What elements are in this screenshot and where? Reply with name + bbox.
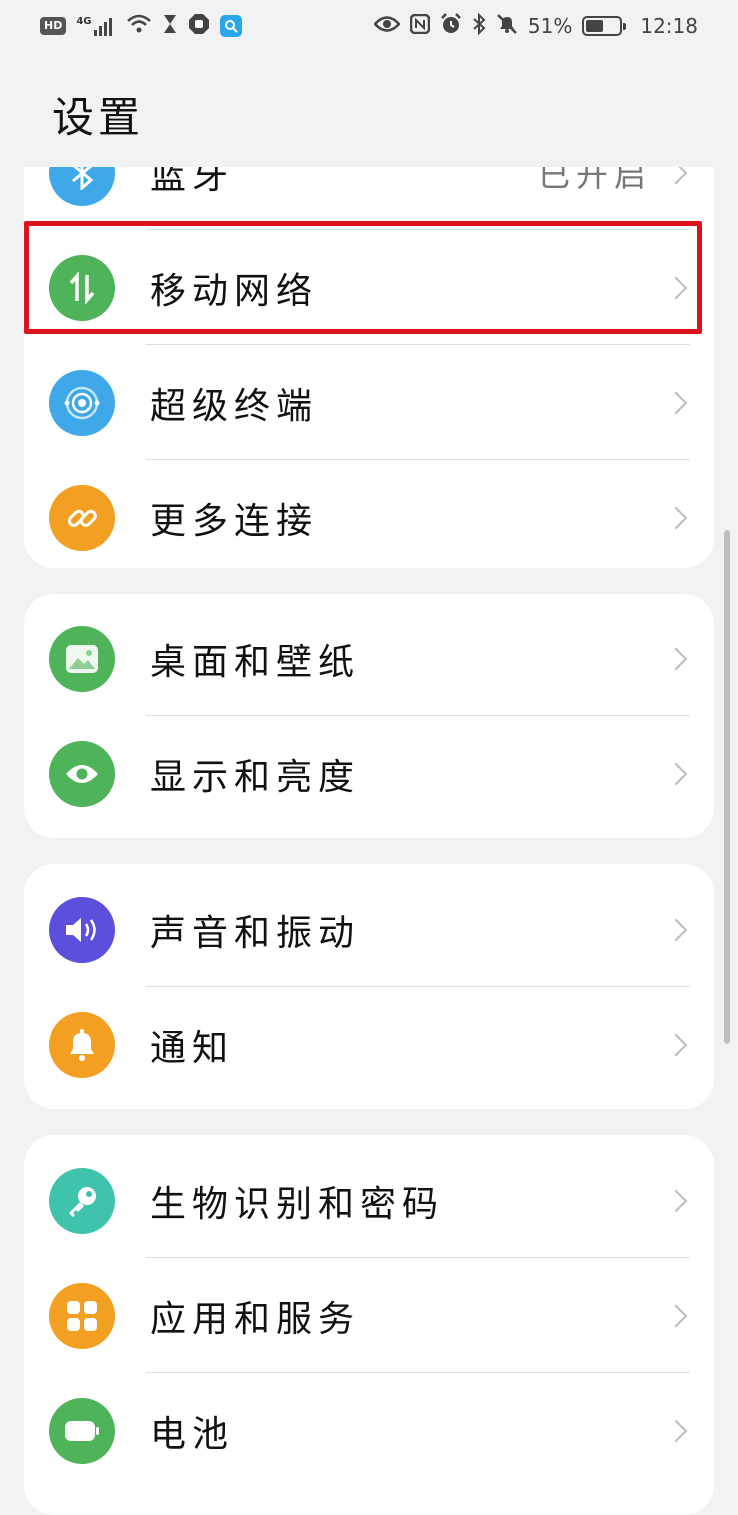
settings-row-label: 桌面和壁纸 bbox=[150, 641, 361, 683]
settings-row-apps[interactable]: 应用和服务 bbox=[24, 1258, 714, 1373]
chevron-right-icon bbox=[664, 276, 688, 299]
status-bar: HD 4G 51% 12:18 bbox=[0, 0, 738, 52]
settings-row-label: 移动网络 bbox=[150, 270, 319, 312]
chevron-right-icon bbox=[664, 1304, 688, 1327]
battery-fill bbox=[586, 20, 603, 32]
mute-icon bbox=[496, 13, 518, 40]
battery-icon bbox=[49, 1397, 115, 1464]
security-card: 生物识别和密码 应用和服务 电池 bbox=[24, 1135, 714, 1515]
status-left: HD 4G bbox=[40, 13, 242, 40]
key-icon bbox=[49, 1167, 115, 1234]
bluetooth-status-icon bbox=[472, 12, 486, 40]
chevron-right-icon bbox=[664, 1419, 688, 1442]
chevron-right-icon bbox=[664, 391, 688, 414]
eye-icon bbox=[49, 740, 115, 807]
settings-row-label: 电池 bbox=[150, 1413, 235, 1455]
battery-percent: 51% bbox=[527, 14, 573, 38]
chevron-right-icon bbox=[664, 762, 688, 785]
clock: 12:18 bbox=[640, 14, 698, 38]
hand-icon bbox=[188, 13, 210, 40]
status-right: 51% 12:18 bbox=[373, 12, 698, 40]
connectivity-card: 蓝牙 已开启 移动网络 超级终端 更多连接 bbox=[24, 167, 714, 568]
chevron-right-icon bbox=[664, 647, 688, 670]
display-card: 桌面和壁纸 显示和亮度 bbox=[24, 594, 714, 838]
hourglass-icon bbox=[162, 14, 178, 39]
settings-row-bluetooth[interactable]: 蓝牙 已开启 bbox=[24, 167, 714, 230]
settings-row-label: 显示和亮度 bbox=[150, 756, 361, 798]
settings-row-label: 通知 bbox=[150, 1027, 235, 1069]
settings-row-mobile-network[interactable]: 移动网络 bbox=[24, 230, 714, 345]
settings-row-label: 声音和振动 bbox=[150, 912, 361, 954]
chevron-right-icon bbox=[664, 167, 688, 184]
nfc-icon bbox=[409, 13, 431, 39]
wifi-icon bbox=[126, 14, 152, 39]
battery-status-icon bbox=[582, 16, 627, 36]
settings-row-wallpaper[interactable]: 桌面和壁纸 bbox=[24, 601, 714, 716]
settings-row-label: 更多连接 bbox=[150, 500, 319, 542]
apps-icon bbox=[49, 1282, 115, 1349]
hd-badge: HD bbox=[40, 17, 67, 35]
settings-row-battery[interactable]: 电池 bbox=[24, 1373, 714, 1488]
eye-comfort-icon bbox=[373, 14, 401, 38]
settings-row-super-device[interactable]: 超级终端 bbox=[24, 345, 714, 460]
settings-row-display[interactable]: 显示和亮度 bbox=[24, 716, 714, 831]
settings-row-more-connections[interactable]: 更多连接 bbox=[24, 460, 714, 568]
scrollbar[interactable] bbox=[724, 530, 730, 1044]
chevron-right-icon bbox=[664, 1189, 688, 1212]
page-title: 设置 bbox=[52, 93, 145, 142]
chevron-right-icon bbox=[664, 506, 688, 529]
alarm-icon bbox=[440, 12, 462, 40]
settings-row-label: 蓝牙 bbox=[150, 167, 235, 197]
mobile-data-icon bbox=[49, 254, 115, 321]
signal-icon: 4G bbox=[76, 16, 115, 36]
sound-card: 声音和振动 通知 bbox=[24, 864, 714, 1109]
wallpaper-icon bbox=[49, 625, 115, 692]
settings-row-label: 超级终端 bbox=[150, 385, 319, 427]
super-device-icon bbox=[49, 369, 115, 436]
settings-row-sound[interactable]: 声音和振动 bbox=[24, 872, 714, 987]
bell-icon bbox=[49, 1011, 115, 1078]
network-type: 4G bbox=[76, 16, 92, 27]
search-app-icon bbox=[219, 15, 242, 37]
bluetooth-icon bbox=[49, 167, 115, 206]
speaker-icon bbox=[49, 896, 115, 963]
settings-row-label: 应用和服务 bbox=[150, 1298, 361, 1340]
settings-row-value: 已开启 bbox=[537, 167, 652, 194]
chevron-right-icon bbox=[664, 1033, 688, 1056]
settings-row-label: 生物识别和密码 bbox=[150, 1183, 445, 1225]
settings-row-notifications[interactable]: 通知 bbox=[24, 987, 714, 1102]
link-icon bbox=[49, 484, 115, 551]
chevron-right-icon bbox=[664, 918, 688, 941]
settings-row-biometrics[interactable]: 生物识别和密码 bbox=[24, 1143, 714, 1258]
